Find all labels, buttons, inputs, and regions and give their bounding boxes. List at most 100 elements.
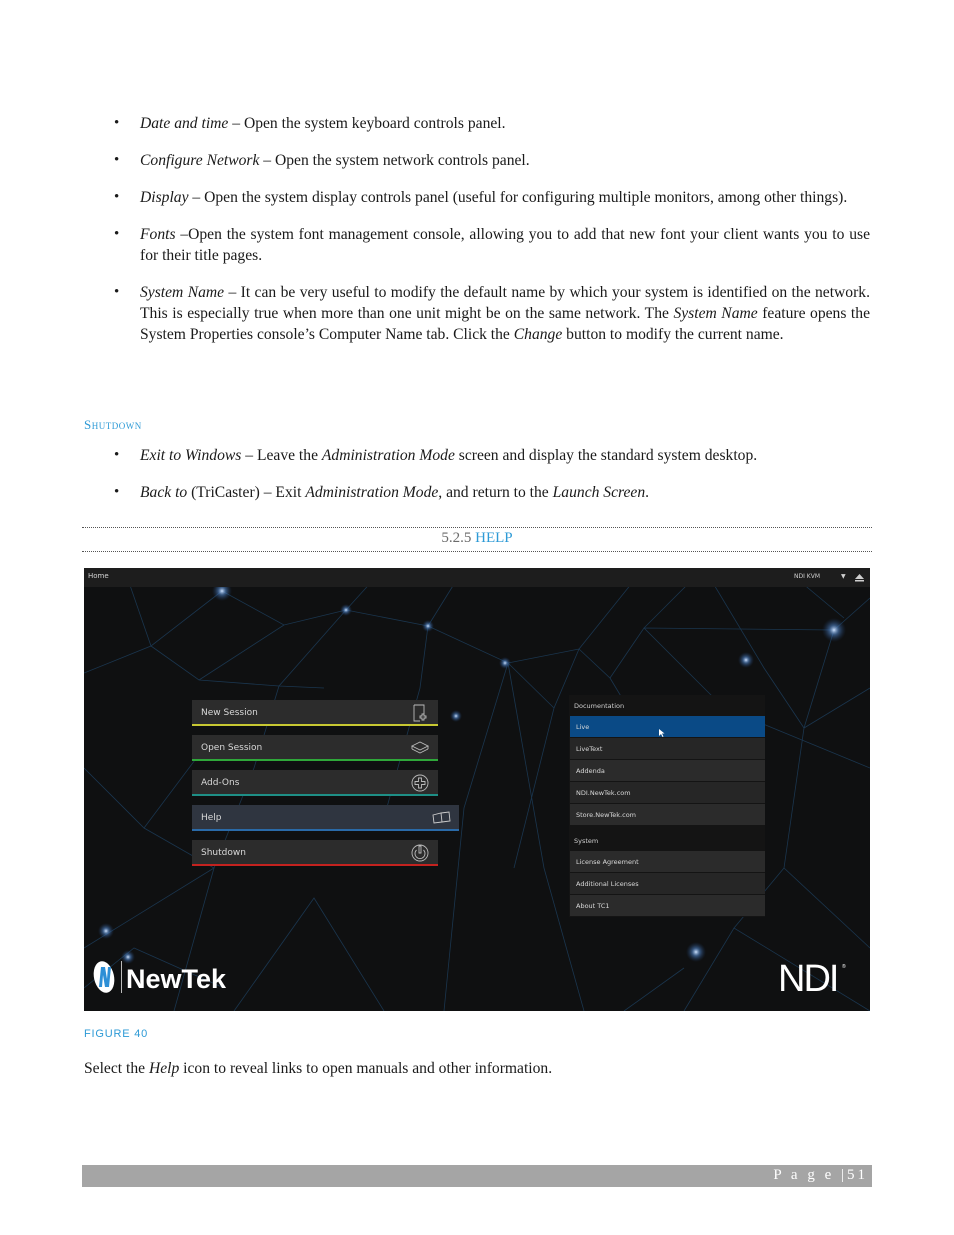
star-node <box>499 657 511 669</box>
bullet-term: System Name <box>673 305 758 322</box>
newtek-logo: NewTek <box>93 961 227 994</box>
body-text: icon to reveal links to open manuals and… <box>179 1060 553 1077</box>
button-label: Open Session <box>201 743 263 753</box>
mouse-cursor-icon <box>659 729 665 737</box>
figure-caption: FIGURE 40 <box>84 1028 149 1040</box>
home-breadcrumb[interactable]: Home <box>88 572 109 580</box>
bullet-text: (TriCaster) – Exit <box>187 484 306 501</box>
button-label: Help <box>201 813 222 823</box>
sys-link-about[interactable]: About TC1 <box>570 895 765 916</box>
add-ons-button[interactable]: Add-Ons <box>192 770 438 796</box>
star-node <box>686 942 706 962</box>
bullet-term: Exit to Windows <box>140 447 242 464</box>
bullet-term: Back to <box>140 484 188 501</box>
star-node <box>738 652 754 668</box>
bullet-dot: • <box>114 115 120 131</box>
body-paragraph: Select the Help icon to reveal links to … <box>84 1058 552 1079</box>
newtek-wordmark: NewTek <box>126 964 227 994</box>
help-button[interactable]: Help <box>192 805 459 831</box>
button-label: Shutdown <box>201 848 246 858</box>
bullet-text: . <box>645 484 650 501</box>
link-label: License Agreement <box>576 858 639 866</box>
power-icon <box>411 844 429 862</box>
page-number-label: P a g e |51 <box>773 1167 868 1184</box>
shutdown-heading: Shutdown <box>84 417 142 432</box>
bullet-dot: • <box>114 152 120 168</box>
ndi-wordmark: NDI <box>778 959 837 995</box>
bullet-dot: • <box>114 189 120 205</box>
svg-text:®: ® <box>842 963 846 970</box>
bullet-dot: • <box>114 226 120 242</box>
star-node <box>422 620 434 632</box>
bullet-text: – Open the system keyboard controls pane… <box>228 115 506 132</box>
doc-link-ndi-newtek[interactable]: NDI.NewTek.com <box>570 782 765 803</box>
link-label: Additional Licenses <box>576 880 639 888</box>
doc-link-store-newtek[interactable]: Store.NewTek.com <box>570 804 765 825</box>
new-session-icon <box>413 704 427 722</box>
caret-down-icon[interactable]: ▼ <box>841 573 846 580</box>
bullet-exit-to-windows: • Exit to Windows – Leave the Administrat… <box>84 445 870 466</box>
section-rule-bottom <box>82 551 872 552</box>
bullet-term: System Name <box>140 284 225 301</box>
device-selector[interactable]: NDI KVM <box>794 573 820 580</box>
link-label: LiveText <box>576 745 603 753</box>
eject-icon[interactable] <box>854 572 865 583</box>
bullet-configure-network: • Configure Network – Open the system net… <box>84 150 870 171</box>
add-ons-icon <box>411 774 429 792</box>
top-bar: Home NDI KVM ▼ <box>84 568 870 587</box>
link-label: Addenda <box>576 767 605 775</box>
body-text: Select the <box>84 1060 149 1077</box>
help-screen-figure: Home NDI KVM ▼ New Session Open Session … <box>84 568 870 1011</box>
ndi-logo: NDI ® <box>778 959 846 995</box>
bullet-display: • Display – Open the system display contr… <box>84 187 870 208</box>
bullet-term: Date and time <box>140 115 229 132</box>
bullet-term: Launch Screen <box>552 484 646 501</box>
bullet-text: – Open the system display controls panel… <box>188 189 848 206</box>
sys-link-license-agreement[interactable]: License Agreement <box>570 851 765 872</box>
sys-link-additional-licenses[interactable]: Additional Licenses <box>570 873 765 894</box>
section-name: HELP <box>475 530 513 546</box>
bullet-back-to: • Back to (TriCaster) – Exit Administrati… <box>84 482 870 503</box>
star-node <box>822 618 846 642</box>
star-node <box>450 710 462 722</box>
bullet-dot: • <box>114 284 120 300</box>
open-session-button[interactable]: Open Session <box>192 735 438 761</box>
documentation-label: Documentation <box>574 702 625 710</box>
section-title: 5.2.5 HELP <box>82 530 872 547</box>
bullet-text: –Open the system font management console… <box>140 226 870 264</box>
bullet-text: screen and display the standard system d… <box>454 447 758 464</box>
bullet-fonts: • Fonts –Open the system font management … <box>84 224 870 266</box>
new-session-button[interactable]: New Session <box>192 700 438 726</box>
bullet-system-name: • System Name – It can be very useful to … <box>84 282 870 345</box>
page-number: 51 <box>847 1167 868 1183</box>
bullet-text: , and return to the <box>438 484 553 501</box>
open-session-icon <box>410 741 430 754</box>
link-label: Store.NewTek.com <box>576 811 637 819</box>
button-label: New Session <box>201 708 258 718</box>
doc-link-addenda[interactable]: Addenda <box>570 760 765 781</box>
bullet-term: Configure Network <box>140 152 260 169</box>
body-term: Help <box>148 1060 180 1077</box>
bullet-dot: • <box>114 484 120 500</box>
section-number: 5.2.5 <box>441 530 472 546</box>
bullet-term: Display <box>140 189 189 206</box>
bullet-date-time: • Date and time – Open the system keyboar… <box>84 113 870 134</box>
system-label: System <box>574 837 599 845</box>
section-rule-top <box>82 527 872 528</box>
link-label: About TC1 <box>576 902 610 910</box>
doc-link-live[interactable]: Live <box>570 716 765 737</box>
bullet-text: – Leave the <box>241 447 322 464</box>
shutdown-button[interactable]: Shutdown <box>192 840 438 866</box>
link-label: NDI.NewTek.com <box>576 789 631 797</box>
bullet-text: button to modify the current name. <box>562 326 784 343</box>
bullet-term: Administration Mode <box>321 447 455 464</box>
bullet-dot: • <box>114 447 120 463</box>
bullet-list-shutdown: • Exit to Windows – Leave the Administrat… <box>84 445 870 519</box>
bullet-list-admin-options: • Date and time – Open the system keyboar… <box>84 113 870 361</box>
bullet-term: Fonts <box>140 226 176 243</box>
bullet-text: – Open the system network controls panel… <box>259 152 530 169</box>
doc-link-livetext[interactable]: LiveText <box>570 738 765 759</box>
page-label: P a g e <box>773 1167 835 1183</box>
star-node <box>98 923 114 939</box>
bullet-term: Administration Mode <box>305 484 439 501</box>
